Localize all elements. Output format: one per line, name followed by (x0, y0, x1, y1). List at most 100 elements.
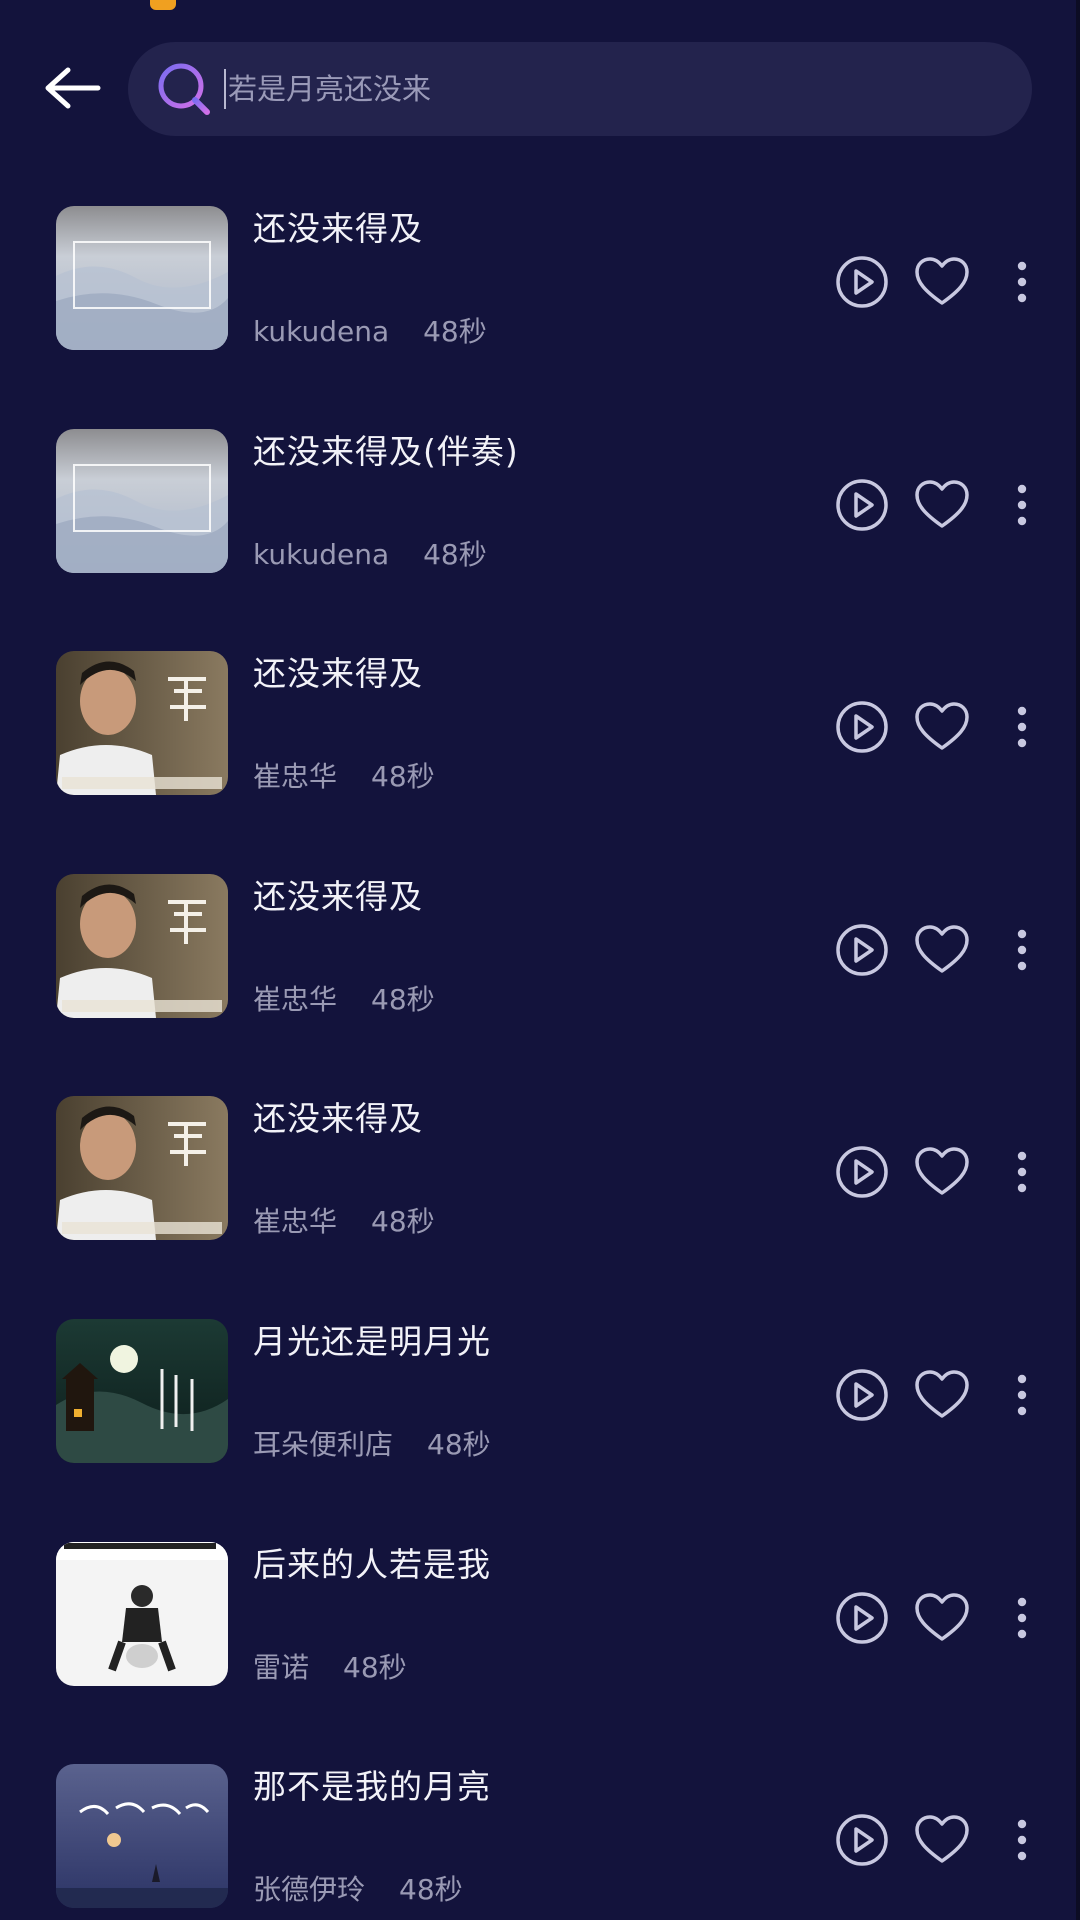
song-title: 后来的人若是我 (253, 1544, 491, 1584)
song-meta: 张德伊玲 48秒 (253, 1868, 463, 1908)
album-cover (56, 873, 228, 1018)
more-vertical-icon (1017, 261, 1027, 303)
song-duration: 48秒 (371, 982, 435, 1016)
song-artist: 崔忠华 (253, 760, 338, 794)
more-button[interactable] (992, 920, 1052, 980)
play-button[interactable] (832, 1365, 892, 1425)
song-row[interactable]: 月光还是明月光 耳朵便利店 48秒 (0, 1313, 1080, 1536)
song-title: 那不是我的月亮 (253, 1767, 491, 1807)
like-button[interactable] (912, 1142, 972, 1202)
song-artist: kukudena (253, 315, 390, 348)
heart-outline-icon (915, 1147, 969, 1196)
song-artist: kukudena (253, 537, 390, 571)
album-cover (56, 1764, 228, 1909)
song-meta: 雷诺 48秒 (253, 1646, 407, 1686)
like-button[interactable] (912, 475, 972, 535)
heart-outline-icon (915, 1815, 969, 1863)
song-artist: 张德伊玲 (253, 1873, 366, 1907)
more-button[interactable] (992, 1588, 1052, 1648)
song-title: 还没来得及 (253, 876, 423, 916)
more-vertical-icon (1017, 1819, 1027, 1861)
heart-outline-icon (915, 257, 969, 305)
play-circle-icon (836, 1369, 888, 1421)
play-button[interactable] (832, 1142, 892, 1202)
play-circle-icon (836, 701, 888, 753)
song-row[interactable]: 还没来得及 kukudena 48秒 (0, 200, 1080, 423)
play-button[interactable] (832, 1810, 892, 1870)
song-artist: 耳朵便利店 (253, 1427, 394, 1461)
song-actions (780, 1355, 1080, 1435)
more-button[interactable] (992, 1810, 1052, 1870)
like-button[interactable] (912, 1588, 972, 1648)
more-button[interactable] (992, 1365, 1052, 1425)
more-vertical-icon (1017, 1597, 1027, 1638)
song-title: 月光还是明月光 (253, 1321, 491, 1361)
song-duration: 48秒 (423, 315, 487, 348)
play-circle-icon (836, 256, 888, 308)
like-button[interactable] (912, 252, 972, 312)
more-button[interactable] (992, 1142, 1052, 1202)
arrow-left-icon (45, 67, 101, 109)
album-cover (56, 1318, 228, 1463)
song-row[interactable]: 后来的人若是我 雷诺 48秒 (0, 1536, 1080, 1759)
heart-outline-icon (915, 702, 969, 750)
play-button[interactable] (832, 697, 892, 757)
search-icon (154, 59, 214, 119)
play-circle-icon (836, 1591, 888, 1644)
song-row[interactable]: 还没来得及(伴奏) kukudena 48秒 (0, 423, 1080, 646)
song-actions (780, 242, 1080, 322)
album-cover (56, 428, 228, 573)
like-button[interactable] (912, 1810, 972, 1870)
search-input[interactable] (226, 72, 928, 106)
status-bar (0, 0, 1080, 14)
play-button[interactable] (832, 920, 892, 980)
song-actions (780, 465, 1080, 545)
more-button[interactable] (992, 475, 1052, 535)
song-row[interactable]: 还没来得及 崔忠华 48秒 (0, 868, 1080, 1091)
song-row[interactable]: 还没来得及 崔忠华 48秒 (0, 645, 1080, 868)
status-app-icon (150, 0, 176, 10)
more-vertical-icon (1017, 706, 1027, 748)
play-button[interactable] (832, 1588, 892, 1648)
more-vertical-icon (1017, 929, 1027, 970)
song-list: 还没来得及 kukudena 48秒 还没来得及(伴奏) kukudena 48… (0, 200, 1080, 1920)
song-duration: 48秒 (343, 1650, 407, 1684)
play-button[interactable] (832, 252, 892, 312)
album-cover (56, 651, 228, 796)
like-button[interactable] (912, 1365, 972, 1425)
play-circle-icon (836, 1814, 888, 1866)
song-row[interactable]: 那不是我的月亮 张德伊玲 48秒 (0, 1758, 1080, 1920)
song-meta: kukudena 48秒 (253, 310, 487, 350)
more-vertical-icon (1017, 1152, 1027, 1193)
song-actions (780, 1578, 1080, 1658)
more-button[interactable] (992, 697, 1052, 757)
play-circle-icon (836, 1146, 888, 1199)
song-title: 还没来得及 (253, 209, 423, 248)
song-artist: 雷诺 (253, 1650, 310, 1684)
more-button[interactable] (992, 252, 1052, 312)
play-circle-icon (836, 924, 888, 976)
like-button[interactable] (912, 697, 972, 757)
search-bar[interactable] (128, 42, 1032, 136)
heart-outline-icon (915, 1370, 969, 1418)
song-title: 还没来得及(伴奏) (253, 431, 519, 471)
song-title: 还没来得及 (253, 654, 423, 694)
heart-outline-icon (915, 479, 969, 528)
song-title: 还没来得及 (253, 1099, 423, 1139)
song-meta: kukudena 48秒 (253, 533, 487, 573)
play-button[interactable] (832, 475, 892, 535)
song-actions (780, 1800, 1080, 1880)
search-results-screen: 还没来得及 kukudena 48秒 (0, 0, 1080, 1920)
song-duration: 48秒 (371, 760, 435, 794)
song-row[interactable]: 还没来得及 崔忠华 48秒 (0, 1090, 1080, 1313)
song-duration: 48秒 (423, 537, 487, 571)
album-cover (56, 1541, 228, 1686)
like-button[interactable] (912, 920, 972, 980)
more-vertical-icon (1017, 1374, 1027, 1416)
play-circle-icon (836, 478, 888, 531)
back-button[interactable] (36, 58, 108, 118)
more-vertical-icon (1017, 484, 1027, 525)
song-duration: 48秒 (427, 1427, 491, 1461)
song-meta: 崔忠华 48秒 (253, 1200, 435, 1240)
heart-outline-icon (915, 925, 969, 973)
